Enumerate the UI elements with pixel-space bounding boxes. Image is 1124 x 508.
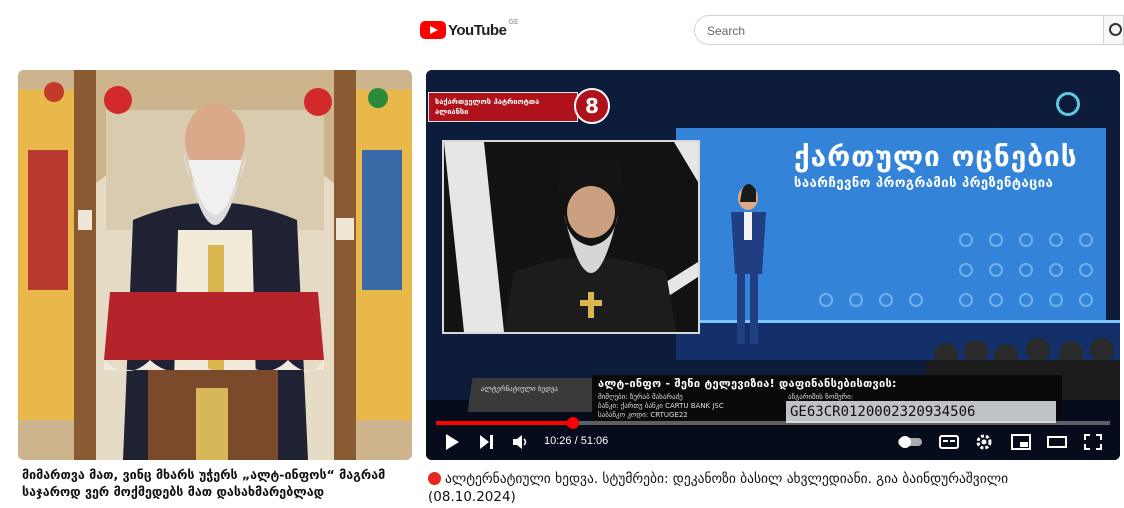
search-button[interactable]	[1104, 15, 1124, 45]
donation-banner: ალტ-ინფო - შენი ტელევიზია! დაფინანსებისთ…	[592, 375, 1062, 427]
priest-video-thumbnail[interactable]	[18, 70, 412, 460]
search-input[interactable]: Search	[694, 15, 1104, 45]
country-code: GE	[508, 18, 519, 26]
time-display: 10:26 / 51:06	[544, 435, 608, 447]
channel-corner-logo-icon	[1056, 92, 1080, 116]
time-total: 51:06	[580, 435, 609, 447]
program-tag: ალტერნატიული ხედვა	[467, 378, 601, 412]
bank-recipient: მიმღები: ზურაბ მახარაძე	[598, 393, 683, 401]
youtube-play-icon	[420, 21, 446, 39]
progress-bar-played	[436, 421, 574, 425]
red-dot-icon	[428, 472, 441, 485]
time-current: 10:26	[544, 435, 572, 447]
youtube-wordmark: YouTube	[448, 21, 507, 39]
miniplayer-icon[interactable]	[1010, 432, 1032, 452]
play-icon[interactable]	[442, 432, 462, 452]
autoplay-toggle-icon[interactable]	[896, 432, 924, 452]
church-interior-image	[18, 70, 412, 460]
video-player[interactable]: საქართველოს პატრიოტთა ალიანსი 8 ქართული …	[426, 70, 1120, 460]
video-title-text: ალტერნატიული ხედვა. სტუმრები: დეკანოზი ბ…	[428, 471, 1009, 505]
volume-icon[interactable]	[510, 432, 530, 452]
stage-title: ქართული ოცნების	[794, 140, 1078, 173]
search-icon	[1109, 23, 1122, 36]
donation-heading: ალტ-ინფო - შენი ტელევიზია! დაფინანსებისთ…	[598, 377, 897, 390]
fullscreen-icon[interactable]	[1082, 432, 1104, 452]
stage-subtitle: საარჩევნო პროგრამის პრეზენტაცია	[794, 176, 1054, 191]
next-video-icon[interactable]	[476, 432, 496, 452]
video-title[interactable]: ალტერნატიული ხედვა. სტუმრები: დეკანოზი ბ…	[428, 470, 1088, 506]
left-caption: მიმართვა მათ, ვინც მხარს უჭერს „ალტ-ინფო…	[22, 467, 386, 499]
iban-value: GE63CR0120002320934506	[786, 401, 1056, 423]
iban-label: ანგარიშის ნომერი:	[788, 393, 854, 401]
bank-swift: საბანკო კოდი: CRTUGE22	[598, 411, 688, 419]
youtube-header: YouTube GE Search	[416, 8, 1124, 54]
theater-mode-icon[interactable]	[1046, 432, 1068, 452]
bishop-inset-image	[444, 142, 698, 332]
progress-bar[interactable]	[436, 417, 1110, 429]
subtitles-icon[interactable]	[938, 432, 960, 452]
channel-label: საქართველოს პატრიოტთა ალიანსი	[428, 92, 578, 122]
time-separator: /	[571, 435, 581, 447]
bank-name: ბანკი: ქართუ ბანკი CARTU BANK JSC	[598, 402, 724, 410]
studio-inset-video	[442, 140, 700, 334]
youtube-logo[interactable]: YouTube GE	[420, 18, 519, 40]
channel-number-badge: 8	[574, 88, 610, 124]
settings-gear-icon[interactable]	[974, 432, 994, 452]
